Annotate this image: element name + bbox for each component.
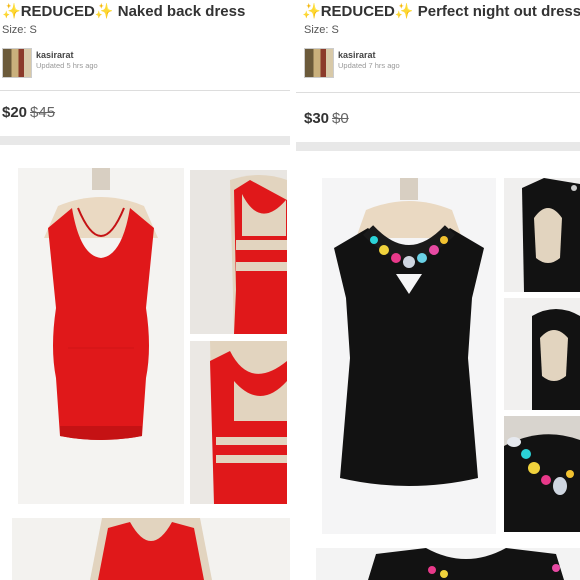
section-separator — [296, 142, 580, 151]
sparkle-icon: ✨ — [94, 3, 114, 20]
seller-avatar[interactable] — [2, 48, 32, 78]
listing-card-1[interactable]: ✨REDUCED✨ Naked back dress Size: S kasir… — [0, 0, 290, 580]
divider — [0, 90, 290, 91]
sparkle-icon: ✨ — [2, 3, 21, 20]
listing-title[interactable]: ✨REDUCED✨ Perfect night out dress — [302, 2, 580, 20]
current-price: $30 — [304, 110, 330, 127]
photo-back-view-cutout[interactable] — [504, 298, 580, 410]
listing-name: Perfect night out dress — [417, 3, 580, 20]
divider — [296, 92, 580, 93]
seller-username[interactable]: kasirarat — [338, 50, 376, 60]
reduced-badge: REDUCED — [20, 3, 95, 20]
photo-back-view-top[interactable] — [190, 170, 287, 334]
photo-front-view[interactable] — [322, 178, 496, 534]
photo-front-view[interactable] — [18, 168, 184, 504]
original-price: $0 — [332, 110, 349, 127]
sparkle-icon: ✨ — [302, 3, 321, 20]
updated-time: Updated 5 hrs ago — [36, 61, 98, 70]
price: $20 $45 — [2, 104, 55, 121]
size-label: Size: S — [2, 24, 37, 36]
section-separator — [0, 136, 290, 145]
seller-avatar[interactable] — [304, 48, 334, 78]
photo-front-view-partial[interactable] — [316, 548, 580, 580]
listing-card-2[interactable]: ✨REDUCED✨ Perfect night out dress Size: … — [296, 0, 580, 580]
photo-front-view-partial[interactable] — [12, 518, 290, 580]
original-price: $45 — [30, 104, 56, 121]
seller-username[interactable]: kasirarat — [36, 50, 74, 60]
photo-jeweled-neckline-detail[interactable] — [504, 416, 580, 532]
photo-back-view-top[interactable] — [504, 178, 580, 292]
price: $30 $0 — [304, 110, 349, 127]
sparkle-icon: ✨ — [394, 3, 414, 20]
photo-back-view-straps[interactable] — [190, 341, 287, 504]
listing-name: Naked back dress — [117, 3, 246, 20]
updated-time: Updated 7 hrs ago — [338, 61, 400, 70]
size-label: Size: S — [304, 24, 339, 36]
listing-title[interactable]: ✨REDUCED✨ Naked back dress — [2, 2, 245, 20]
reduced-badge: REDUCED — [320, 3, 395, 20]
current-price: $20 — [2, 104, 28, 121]
